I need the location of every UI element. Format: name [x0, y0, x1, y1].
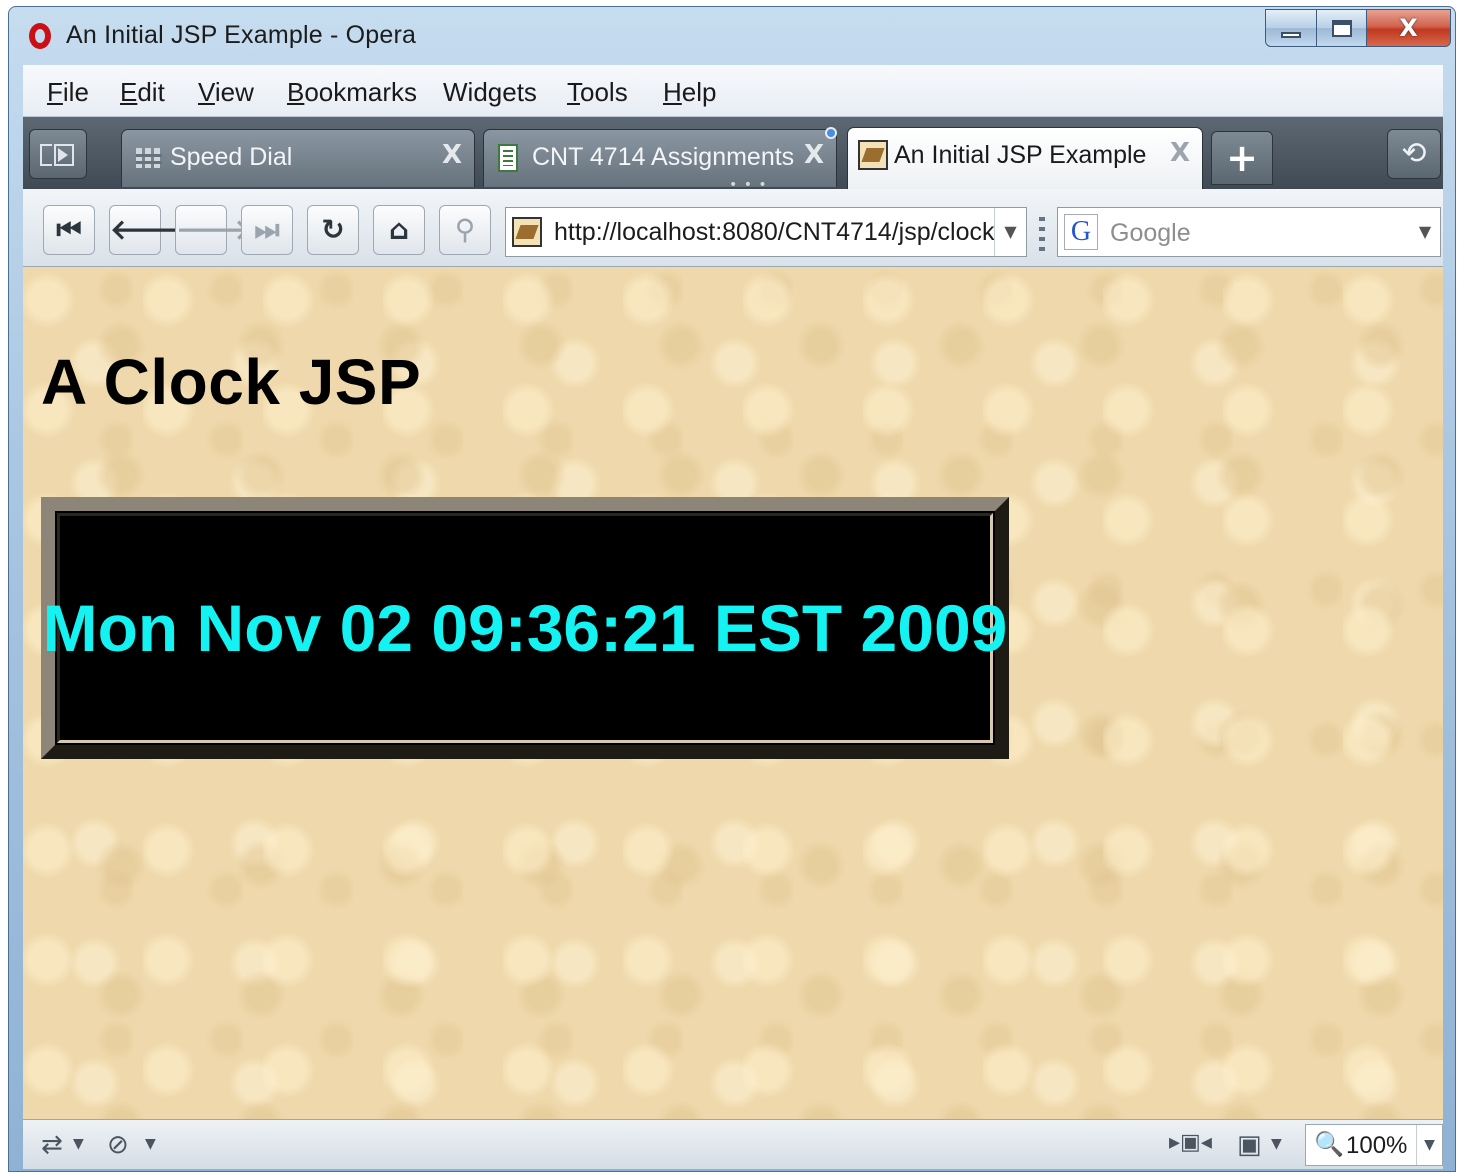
address-field[interactable]: http://localhost:8080/CNT4714/jsp/clock … [505, 207, 1027, 257]
zoom-dropdown-icon[interactable]: ▼ [1416, 1125, 1442, 1165]
view-icon[interactable]: ▣ [1237, 1130, 1262, 1160]
search-dropdown-icon[interactable]: ▼ [1410, 208, 1440, 256]
status-bar: ⇄ ▼ ⊘ ▼ ▸▣◂ ▣ ▼ 🔍 100% ▼ [23, 1119, 1443, 1169]
clock-cell: Mon Nov 02 09:36:21 EST 2009 [43, 513, 1007, 743]
tab-speed-dial[interactable]: Speed Dial X [121, 129, 475, 187]
opera-logo-icon [29, 23, 51, 49]
tab-close-icon[interactable]: X [442, 140, 462, 170]
tab-initial-jsp-example[interactable]: An Initial JSP Example X [847, 127, 1203, 189]
panel-toggle-button[interactable] [29, 129, 87, 179]
new-tab-button[interactable]: + [1211, 131, 1273, 185]
minimize-icon [1281, 32, 1301, 38]
content-blocker-icon[interactable]: ⊘ [107, 1130, 129, 1160]
menu-view[interactable]: View [198, 77, 254, 108]
menu-tools[interactable]: Tools [567, 77, 628, 108]
panel-toggle-icon [58, 148, 68, 162]
zoom-level[interactable]: 100% [1346, 1132, 1407, 1160]
tab-close-icon[interactable]: X [804, 140, 824, 170]
title-bar: An Initial JSP Example - Opera X [9, 7, 1455, 65]
menu-edit[interactable]: Edit [120, 77, 165, 108]
transfer-icon[interactable]: ⇄ [41, 1130, 63, 1160]
page-favicon-icon [858, 140, 888, 170]
zoom-magnifier-icon: 🔍 [1314, 1130, 1344, 1158]
menu-widgets[interactable]: Widgets [443, 77, 537, 108]
transfer-dropdown-icon[interactable]: ▼ [73, 1136, 84, 1152]
tab-label: Speed Dial [170, 143, 293, 171]
google-icon[interactable]: G [1064, 214, 1098, 250]
speed-dial-icon [136, 148, 162, 168]
menu-file[interactable]: File [47, 77, 89, 108]
tab-close-icon[interactable]: X [1170, 138, 1190, 168]
page-heading: A Clock JSP [41, 346, 422, 418]
reload-button[interactable]: ↻ [307, 205, 359, 255]
maximize-button[interactable] [1317, 9, 1367, 47]
page-content: A Clock JSP Mon Nov 02 09:36:21 EST 2009 [23, 267, 1443, 1119]
tab-label: CNT 4714 Assignments [532, 143, 795, 171]
browser-window: An Initial JSP Example - Opera X File Ed… [8, 6, 1456, 1172]
maximize-icon [1331, 19, 1352, 37]
content-blocker-dropdown-icon[interactable]: ▼ [145, 1136, 156, 1152]
window-controls: X [1265, 9, 1451, 47]
search-placeholder[interactable]: Google [1110, 219, 1191, 248]
fast-forward-button[interactable]: ⏭ [241, 205, 293, 255]
closed-tabs-trash-button[interactable]: ⟲ [1387, 129, 1441, 179]
toolbar-grip-icon[interactable] [1039, 217, 1045, 251]
navigation-bar: ⏮ 🡐 🡒 ⏭ ↻ ⌂ ⚲ http://localhost:8080/CNT4… [23, 189, 1443, 267]
window-title: An Initial JSP Example - Opera [66, 21, 417, 49]
rewind-button[interactable]: ⏮ [43, 205, 95, 255]
wand-button[interactable]: ⚲ [439, 205, 491, 255]
activity-dot-icon [825, 127, 837, 139]
minimize-button[interactable] [1265, 9, 1317, 47]
back-button[interactable]: 🡐 [109, 205, 185, 255]
tab-label: An Initial JSP Example [894, 141, 1147, 169]
document-icon [498, 144, 518, 172]
address-dropdown-icon[interactable]: ▼ [994, 208, 1026, 256]
site-favicon-icon [512, 217, 542, 247]
view-dropdown-icon[interactable]: ▼ [1271, 1136, 1282, 1152]
close-button[interactable]: X [1367, 9, 1451, 47]
menu-bookmarks[interactable]: Bookmarks [287, 77, 417, 108]
tab-cnt4714-assignments[interactable]: CNT 4714 Assignments X [483, 129, 837, 187]
home-button[interactable]: ⌂ [373, 205, 425, 255]
presentation-mode-icon[interactable]: ▸▣◂ [1169, 1130, 1212, 1155]
menu-bar: File Edit View Bookmarks Widgets Tools H… [23, 65, 1443, 117]
menu-help[interactable]: Help [663, 77, 716, 108]
zoom-control[interactable]: 🔍 100% ▼ [1305, 1124, 1443, 1166]
clock-datetime: Mon Nov 02 09:36:21 EST 2009 [42, 591, 1008, 665]
forward-button[interactable]: 🡒 [175, 205, 251, 255]
address-url[interactable]: http://localhost:8080/CNT4714/jsp/clock [554, 218, 995, 247]
clock-table: Mon Nov 02 09:36:21 EST 2009 [41, 497, 1009, 759]
search-field[interactable]: G Google ▼ [1057, 207, 1441, 257]
tab-bar: Speed Dial X CNT 4714 Assignments X An I… [23, 117, 1443, 193]
close-icon: X [1399, 14, 1418, 42]
